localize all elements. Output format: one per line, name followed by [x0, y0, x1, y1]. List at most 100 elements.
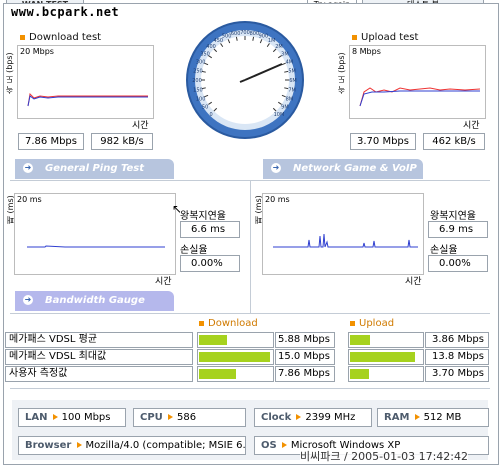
ping-loss-value: 0.00%	[180, 255, 240, 272]
bw-download-bar-cell	[197, 366, 274, 382]
bw-upload-bar-cell	[348, 366, 424, 382]
upload-chart-lines	[359, 87, 481, 107]
upload-graph: 8 Mbps	[349, 45, 486, 119]
arrow-icon	[281, 442, 287, 448]
bw-download-value: 7.86 Mbps	[275, 366, 335, 382]
arrow-circle-icon: ➜	[271, 163, 281, 173]
divider	[10, 388, 490, 389]
download-kbs-box: 982 kB/s	[91, 133, 153, 150]
gauge-tick-label: 250	[193, 69, 203, 75]
bw-upload-bar	[350, 369, 369, 379]
gauge-tick-label: 10M	[274, 112, 285, 118]
gauge-tick-label: 5M	[288, 69, 296, 75]
game-xlabel: 시간	[405, 277, 422, 287]
gauge-tick-label: 6M	[289, 78, 297, 84]
game-chart-line	[273, 233, 418, 248]
bw-row-label: 사용자 측정값	[5, 366, 193, 382]
game-loss-label: 손실율	[430, 245, 458, 256]
bw-upload-bar	[350, 335, 371, 345]
cursor-icon: ↖	[172, 202, 183, 216]
bullet-icon	[20, 34, 25, 40]
clock-info: Clock 2399 MHz	[254, 408, 372, 427]
arrow-icon	[414, 414, 420, 420]
gauge-tick-label: 200	[192, 78, 202, 84]
ping-rtt-label: 왕복지연율	[180, 211, 226, 222]
download-mbps-box: 7.86 Mbps	[18, 133, 84, 150]
ping-xlabel: 시간	[155, 277, 172, 287]
cpu-info: CPU 586	[133, 408, 246, 427]
gauge-tick-label: 350	[200, 51, 210, 57]
bullet-icon	[199, 320, 204, 326]
gauge-tick-label: 600	[231, 31, 241, 37]
gauge-tick-label: 7M	[288, 87, 296, 93]
bw-upload-value: 13.8 Mbps	[425, 349, 489, 365]
bw-upload-value: 3.86 Mbps	[425, 332, 489, 348]
bw-download-bar-cell	[197, 332, 274, 348]
browser-info: Browser Mozilla/4.0 (compatible; MSIE 6.…	[18, 436, 246, 455]
bullet-icon	[352, 34, 357, 40]
divider	[250, 181, 251, 313]
bw-upload-bar	[350, 352, 416, 362]
ram-info: RAM 512 MB	[377, 408, 489, 427]
upload-test-title: Upload test	[352, 32, 418, 43]
general-ping-band: ➜ General Ping Test	[15, 159, 174, 179]
bw-download-value: 15.0 Mbps	[275, 349, 335, 365]
arrow-icon	[167, 414, 173, 420]
bw-upload-header: Upload	[350, 318, 394, 329]
lan-info: LAN 100 Mbps	[18, 408, 126, 427]
speed-gauge: 050100150200250300350400450500 600 700 800 9…	[186, 21, 304, 139]
upload-xlabel: 시간	[463, 121, 480, 131]
bw-download-bar	[199, 335, 227, 345]
bw-upload-bar-cell	[348, 349, 424, 365]
upload-ylabel: 속 도 (bps)	[337, 52, 346, 94]
bw-row-label: 메가패스 VDSL 최대값	[5, 349, 193, 365]
divider	[10, 313, 490, 314]
bw-download-bar	[199, 369, 236, 379]
bw-download-header: Download	[199, 318, 258, 329]
arrow-icon	[76, 442, 82, 448]
gauge-tick-label: 150	[193, 87, 203, 93]
bw-download-bar	[199, 352, 270, 362]
download-chart-lines	[27, 92, 148, 107]
footer-timestamp: 비씨파크 / 2005-01-03 17:42:42	[300, 448, 469, 464]
bw-upload-value: 3.70 Mbps	[425, 366, 489, 382]
bandwidth-gauge-band: ➜ Bandwidth Gauge	[15, 291, 174, 311]
upload-kbs-box: 462 kB/s	[423, 133, 485, 150]
game-voip-band: ➜ Network Game & VoIP Test	[263, 159, 423, 194]
gauge-tick-label: 0	[209, 112, 212, 118]
bw-upload-bar-cell	[348, 332, 424, 348]
watermark: www.bcpark.net	[11, 5, 120, 19]
gauge-tick-label: 400	[206, 44, 216, 50]
arrow-circle-icon: ➜	[23, 163, 33, 173]
gauge-tick-label: 2M	[275, 44, 283, 50]
gauge-tick-label: 100	[196, 96, 206, 102]
game-loss-value: 0.00%	[428, 255, 488, 272]
gauge-tick-label: 4M	[286, 60, 294, 66]
download-test-title: Download test	[20, 32, 101, 43]
download-xlabel: 시간	[132, 121, 149, 131]
gauge-tick-label: 3M	[281, 51, 289, 57]
gauge-tick-label: 8M	[286, 96, 294, 102]
bw-download-bar-cell	[197, 349, 274, 365]
ping-rtt-value: 6.6 ms	[180, 221, 240, 238]
gauge-tick-label: 50	[202, 105, 208, 111]
upload-mbps-box: 3.70 Mbps	[350, 133, 416, 150]
ping-loss-label: 손실율	[180, 245, 208, 256]
gauge-tick-label: 300	[196, 60, 206, 66]
ping-chart-line	[27, 245, 165, 248]
gauge-tick-label: 900	[259, 34, 269, 40]
game-rtt-value: 6.9 ms	[428, 221, 488, 238]
arrow-icon	[296, 414, 302, 420]
download-ylabel: 속 도 (bps)	[5, 52, 14, 94]
ping-graph: 20 ms	[14, 193, 176, 275]
arrow-circle-icon: ➜	[23, 295, 33, 305]
download-graph: 20 Mbps	[17, 45, 154, 119]
bullet-icon	[350, 320, 355, 326]
bw-row-label: 메가패스 VDSL 평균	[5, 332, 193, 348]
game-rtt-label: 왕복지연율	[430, 211, 476, 222]
gauge-tick-label: 9M	[281, 105, 289, 111]
arrow-icon	[52, 414, 58, 420]
gauge-tick-label: 700	[240, 30, 250, 36]
game-graph: 20 ms	[262, 193, 424, 275]
bw-download-value: 5.88 Mbps	[275, 332, 335, 348]
